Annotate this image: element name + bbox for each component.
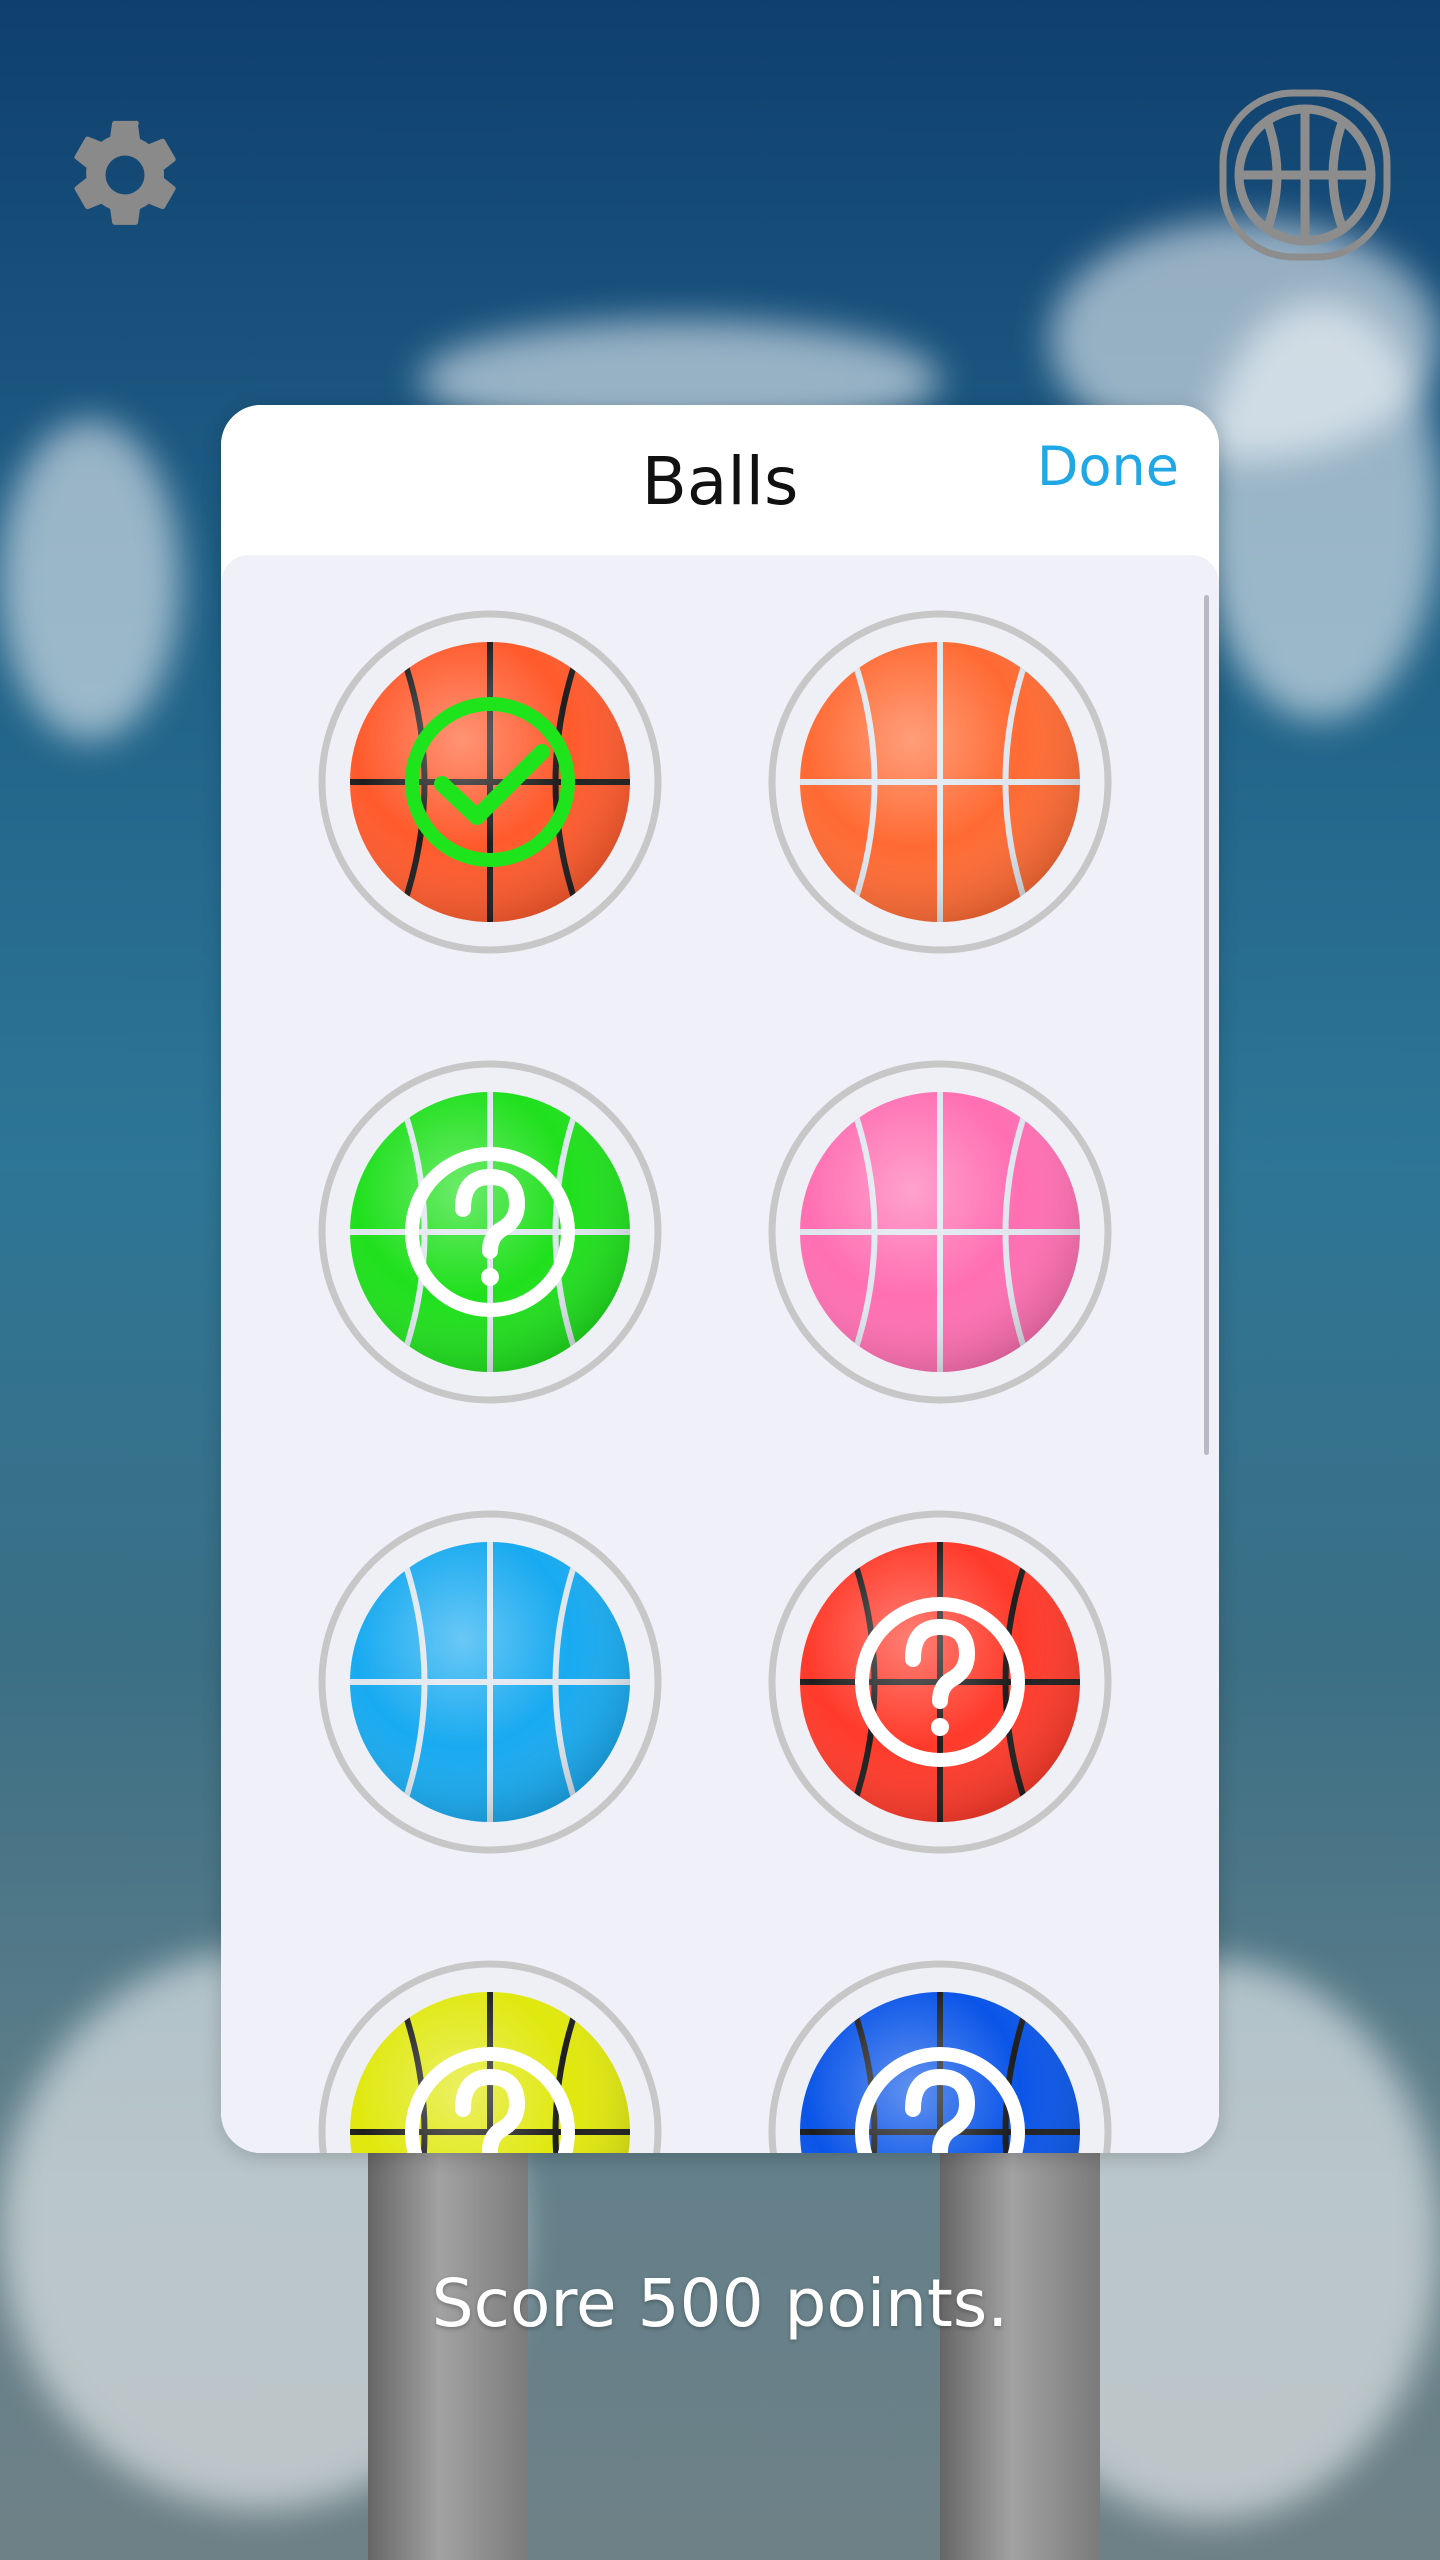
- basketball-icon: [768, 610, 1112, 954]
- hoop-pole-left: [368, 2140, 528, 2560]
- ball-list[interactable]: [221, 555, 1219, 2153]
- cloud: [0, 420, 180, 740]
- ball-picker-button[interactable]: [1215, 85, 1395, 265]
- basketball-icon: [768, 1060, 1112, 1404]
- ball-option[interactable]: [767, 1959, 1113, 2153]
- balls-panel: Balls Done: [221, 405, 1219, 2153]
- done-button[interactable]: Done: [1037, 435, 1179, 498]
- basketball-icon: [768, 1510, 1112, 1854]
- gear-icon: [74, 120, 176, 225]
- basketball-icon: [318, 610, 662, 954]
- basketball-icon: [1219, 89, 1391, 261]
- panel-header: Balls Done: [221, 405, 1219, 555]
- ball-option[interactable]: [317, 1959, 663, 2153]
- scrollbar[interactable]: [1204, 595, 1209, 1455]
- ball-option[interactable]: [317, 1509, 663, 1855]
- basketball-icon: [318, 1060, 662, 1404]
- ball-option[interactable]: [767, 1509, 1113, 1855]
- unlock-hint: Score 500 points.: [431, 2265, 1009, 2342]
- ball-option[interactable]: [767, 1059, 1113, 1405]
- ball-option[interactable]: [317, 609, 663, 955]
- ball-option[interactable]: [767, 609, 1113, 955]
- basketball-icon: [768, 1960, 1112, 2153]
- ball-option[interactable]: [317, 1059, 663, 1405]
- settings-button[interactable]: [60, 110, 190, 240]
- hoop-pole-right: [940, 2140, 1100, 2560]
- basketball-icon: [318, 1510, 662, 1854]
- cloud: [1200, 300, 1440, 720]
- basketball-icon: [318, 1960, 662, 2153]
